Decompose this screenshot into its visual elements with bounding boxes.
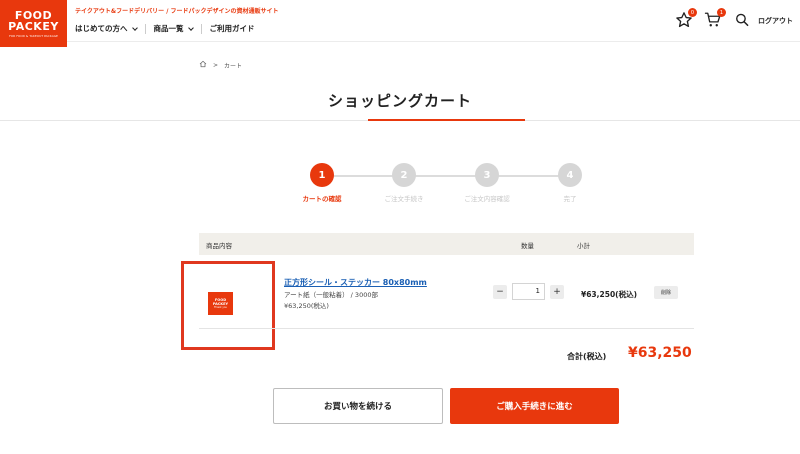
site-logo[interactable]: FOOD PACKEY FOR FOOD & TAKEOUT PACKAGE bbox=[0, 0, 67, 47]
cart-button[interactable]: 1 bbox=[704, 8, 726, 29]
logo-text-2: PACKEY bbox=[8, 19, 59, 33]
favorites-badge: 0 bbox=[688, 8, 697, 17]
home-link[interactable] bbox=[199, 60, 207, 70]
step-number: 4 bbox=[558, 163, 582, 187]
step-cart-confirm: 1 カートの確認 bbox=[277, 163, 367, 203]
step-number: 1 bbox=[310, 163, 334, 187]
breadcrumb-separator: > bbox=[213, 61, 219, 69]
cart-table-header: 商品内容 数量 小計 bbox=[199, 233, 694, 255]
step-review: 3 ご注文内容確認 bbox=[442, 163, 532, 203]
cart-page: FOOD PACKEY FOR FOOD & TAKEOUT PACKAGE テ… bbox=[0, 0, 800, 454]
step-number: 2 bbox=[392, 163, 416, 187]
nav-item-products[interactable]: 商品一覧 bbox=[153, 23, 194, 34]
col-header-item: 商品内容 bbox=[206, 242, 232, 250]
continue-shopping-button[interactable]: お買い物を続ける bbox=[273, 388, 443, 424]
main-nav: はじめての方へ 商品一覧 ご利用ガイド bbox=[75, 23, 255, 34]
checkout-button[interactable]: ご購入手続きに進む bbox=[450, 388, 619, 424]
row-divider bbox=[199, 328, 694, 329]
favorites-button[interactable]: 0 bbox=[675, 8, 697, 29]
step-label: ご注文内容確認 bbox=[464, 195, 510, 203]
nav-divider bbox=[144, 23, 146, 34]
qty-input[interactable]: 1 bbox=[512, 283, 545, 300]
step-label: 完了 bbox=[563, 195, 577, 203]
nav-item-beginners[interactable]: はじめての方へ bbox=[75, 23, 138, 34]
chevron-down-icon bbox=[131, 24, 138, 31]
page-title: ショッピングカート bbox=[327, 92, 472, 110]
qty-increment-button[interactable]: + bbox=[550, 284, 564, 299]
search-button[interactable] bbox=[735, 11, 749, 29]
home-icon bbox=[199, 60, 207, 68]
nav-label: 商品一覧 bbox=[153, 24, 184, 33]
qty-decrement-button[interactable]: − bbox=[493, 284, 507, 299]
search-icon bbox=[736, 13, 749, 27]
nav-label: ご利用ガイド bbox=[209, 24, 255, 33]
col-header-subtotal: 小計 bbox=[577, 242, 590, 250]
product-spec: アート紙（一般粘着） / 3000部 bbox=[284, 291, 378, 299]
logo-text-1: FOOD bbox=[14, 8, 53, 22]
nav-item-guide[interactable]: ご利用ガイド bbox=[210, 23, 255, 34]
total-value: ¥63,250 bbox=[628, 345, 692, 361]
cart-badge: 1 bbox=[717, 8, 726, 17]
logout-link[interactable]: ログアウト bbox=[758, 16, 793, 26]
site-header: FOOD PACKEY FOR FOOD & TAKEOUT PACKAGE テ… bbox=[0, 0, 800, 47]
col-header-qty: 数量 bbox=[521, 242, 534, 250]
row-subtotal: ¥63,250(税込) bbox=[581, 290, 638, 299]
product-thumbnail[interactable]: FOOD PACKEY Thank you bbox=[208, 292, 233, 315]
step-number: 3 bbox=[475, 163, 499, 187]
site-tagline: テイクアウト&フードデリバリー / フードパックデザインの資材通販サイト bbox=[75, 8, 279, 15]
step-label: ご注文手続き bbox=[384, 195, 424, 203]
breadcrumb: > カート bbox=[199, 60, 242, 70]
chevron-down-icon bbox=[187, 24, 194, 31]
nav-label: はじめての方へ bbox=[75, 24, 128, 33]
breadcrumb-current: カート bbox=[224, 62, 243, 70]
product-unit-price: ¥63,250(税込) bbox=[284, 302, 329, 310]
thumb-text-3: Thank you bbox=[213, 305, 228, 309]
product-name-link[interactable]: 正方形シール・ステッカー 80x80mm bbox=[284, 277, 427, 288]
step-complete: 4 完了 bbox=[525, 163, 615, 203]
nav-divider bbox=[200, 23, 202, 34]
delete-button[interactable]: 削除 bbox=[654, 286, 678, 299]
step-label: カートの確認 bbox=[302, 195, 342, 203]
total-label: 合計(税込) bbox=[567, 352, 607, 361]
title-accent-bar bbox=[368, 119, 525, 121]
logo-text-3: FOR FOOD & TAKEOUT PACKAGE bbox=[9, 33, 58, 38]
step-order: 2 ご注文手続き bbox=[359, 163, 449, 203]
quantity-stepper: − 1 + bbox=[493, 283, 564, 300]
